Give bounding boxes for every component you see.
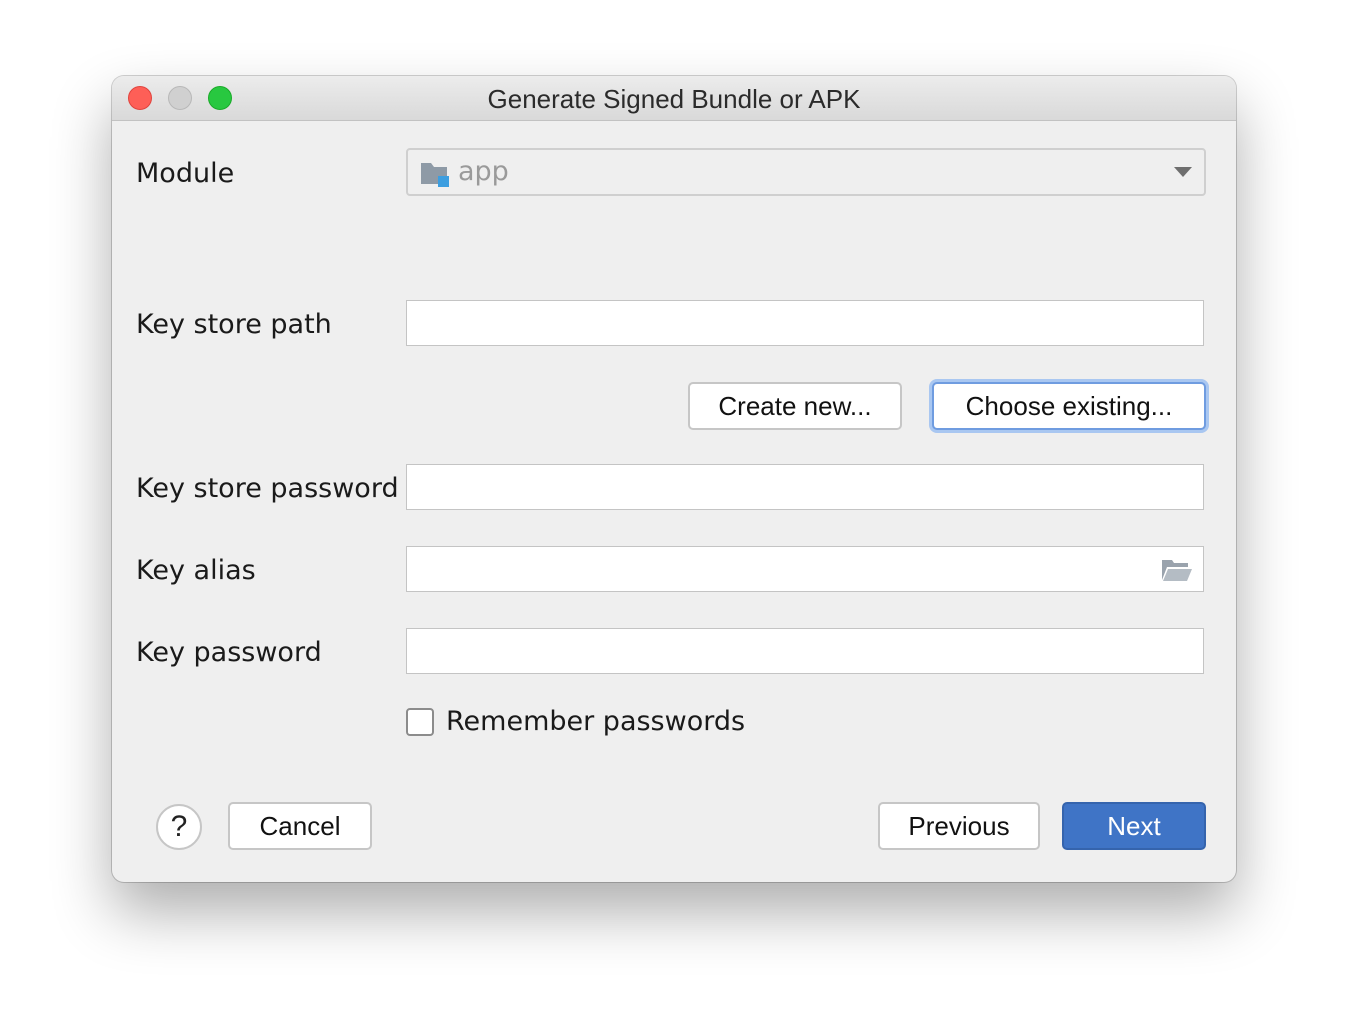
key-store-path-label: Key store path: [136, 309, 332, 340]
module-select[interactable]: app: [406, 148, 1206, 196]
chevron-down-icon: [1174, 167, 1192, 177]
module-label: Module: [136, 158, 235, 189]
key-password-input[interactable]: [406, 628, 1204, 674]
key-store-path-input[interactable]: [406, 300, 1204, 346]
remember-passwords-label[interactable]: Remember passwords: [446, 706, 745, 737]
cancel-button[interactable]: Cancel: [228, 802, 372, 850]
help-button[interactable]: ?: [156, 804, 202, 850]
key-store-password-label: Key store password: [136, 473, 399, 504]
key-store-password-input[interactable]: [406, 464, 1204, 510]
minimize-window-button: [168, 86, 192, 110]
open-folder-icon[interactable]: [1161, 558, 1193, 582]
key-password-label: Key password: [136, 637, 322, 668]
choose-existing-button[interactable]: Choose existing...: [932, 382, 1206, 430]
window-title: Generate Signed Bundle or APK: [487, 84, 861, 114]
module-folder-icon: [421, 163, 449, 187]
maximize-window-button[interactable]: [208, 86, 232, 110]
close-window-button[interactable]: [128, 86, 152, 110]
remember-passwords-checkbox[interactable]: [406, 708, 434, 736]
dialog-window: Generate Signed Bundle or APK Module app…: [112, 76, 1236, 882]
previous-button[interactable]: Previous: [878, 802, 1040, 850]
key-alias-input[interactable]: [406, 546, 1204, 592]
module-select-value: app: [458, 156, 509, 187]
title-bar[interactable]: Generate Signed Bundle or APK: [112, 76, 1236, 121]
key-alias-label: Key alias: [136, 555, 256, 586]
create-new-button[interactable]: Create new...: [688, 382, 902, 430]
next-button[interactable]: Next: [1062, 802, 1206, 850]
